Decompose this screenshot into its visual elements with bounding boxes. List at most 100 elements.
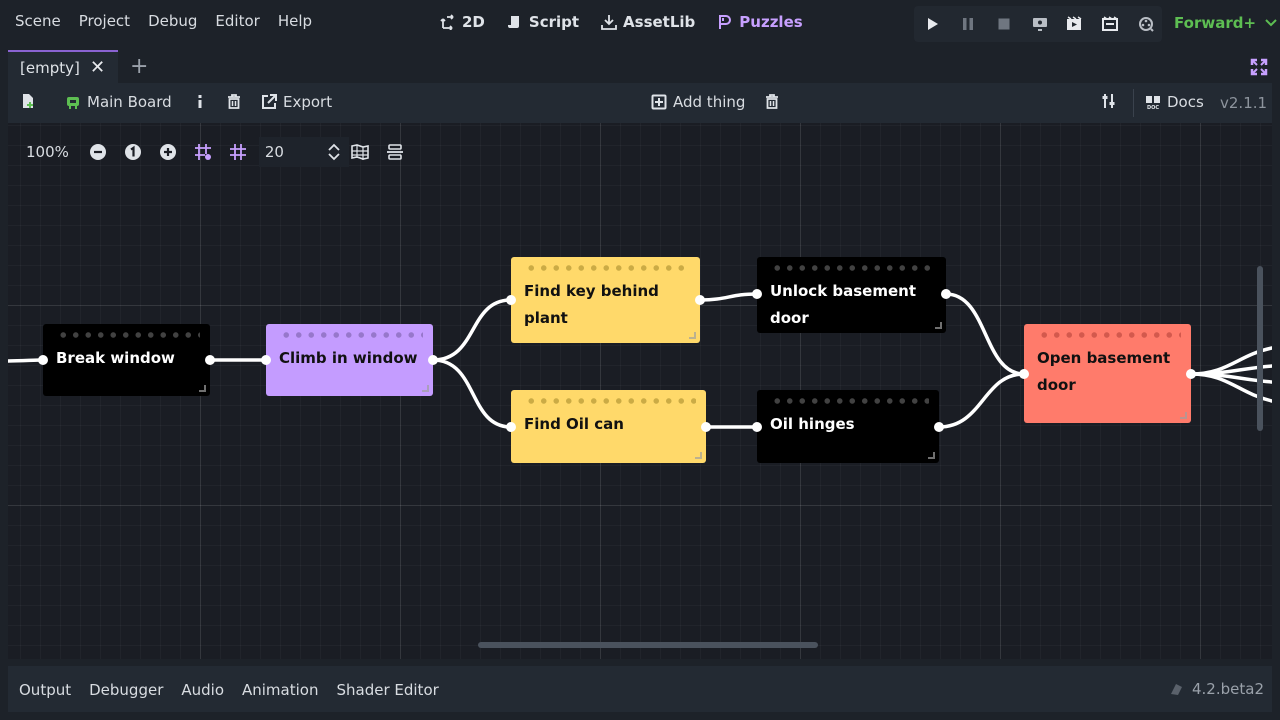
port-in-open-door[interactable] bbox=[1019, 369, 1029, 379]
export-icon bbox=[262, 94, 277, 109]
delete-thing-button[interactable] bbox=[764, 93, 780, 109]
distraction-free-icon[interactable] bbox=[1250, 58, 1268, 76]
port-out-find-oil[interactable] bbox=[701, 422, 711, 432]
resize-grip[interactable] bbox=[422, 385, 429, 392]
main-screen-switcher: 2D Script AssetLib Puzzles bbox=[440, 13, 803, 31]
docs-icon: DOC bbox=[1146, 96, 1160, 110]
resize-grip[interactable] bbox=[928, 452, 935, 459]
puzzle-graph[interactable]: 100% 20 Break window Climb in window Fin… bbox=[8, 123, 1272, 659]
tab-debugger[interactable]: Debugger bbox=[89, 681, 163, 699]
vertical-scrollbar[interactable] bbox=[1257, 266, 1263, 431]
menu-debug[interactable]: Debug bbox=[139, 12, 206, 30]
new-board-button[interactable] bbox=[20, 93, 36, 109]
node-oil-hinges[interactable]: Oil hinges bbox=[757, 390, 939, 463]
port-out-open-door[interactable] bbox=[1186, 369, 1196, 379]
scene-tab[interactable]: [empty] ✕ bbox=[8, 50, 118, 83]
main-screen-2d[interactable]: 2D bbox=[440, 13, 485, 31]
add-thing-button[interactable]: Add thing bbox=[651, 93, 745, 111]
stop-icon[interactable] bbox=[996, 16, 1012, 32]
trash-icon bbox=[228, 94, 240, 109]
tab-animation[interactable]: Animation bbox=[242, 681, 318, 699]
scene-tab-label: [empty] bbox=[20, 59, 80, 77]
main-screen-puzzles[interactable]: Puzzles bbox=[717, 13, 803, 31]
play-scene-icon[interactable] bbox=[1066, 16, 1082, 32]
docs-button[interactable]: DOC Docs bbox=[1145, 93, 1204, 111]
board-info-button[interactable] bbox=[192, 93, 208, 109]
resize-grip[interactable] bbox=[1180, 412, 1187, 419]
info-icon bbox=[198, 95, 202, 108]
port-out-oil-hinges[interactable] bbox=[934, 422, 944, 432]
node-find-oil-can[interactable]: Find Oil can bbox=[511, 390, 706, 463]
node-title: Unlock basement door bbox=[770, 282, 917, 327]
node-title: Climb in window bbox=[279, 349, 418, 367]
renderer-select[interactable]: Forward+ bbox=[1174, 14, 1277, 32]
wire-hinges-to-open bbox=[937, 372, 1026, 429]
node-drag-handle[interactable] bbox=[771, 265, 936, 271]
port-in-climb[interactable] bbox=[261, 355, 271, 365]
plugin-version: v2.1.1 bbox=[1220, 94, 1268, 112]
port-in-find-oil[interactable] bbox=[506, 422, 516, 432]
resize-grip[interactable] bbox=[695, 452, 702, 459]
node-drag-handle[interactable] bbox=[57, 332, 200, 338]
node-title: Oil hinges bbox=[770, 415, 855, 433]
port-out-find-key[interactable] bbox=[695, 295, 705, 305]
horizontal-scrollbar[interactable] bbox=[478, 642, 818, 648]
add-thing-label: Add thing bbox=[673, 93, 746, 111]
trash-icon bbox=[766, 94, 778, 109]
close-icon[interactable]: ✕ bbox=[90, 57, 105, 78]
port-in-find-key[interactable] bbox=[506, 295, 516, 305]
node-break-window[interactable]: Break window bbox=[43, 324, 210, 396]
play-custom-scene-icon[interactable] bbox=[1102, 16, 1118, 32]
docs-label: Docs bbox=[1167, 93, 1204, 111]
port-out-break-window[interactable] bbox=[205, 355, 215, 365]
node-drag-handle[interactable] bbox=[525, 265, 690, 271]
board-icon bbox=[67, 97, 79, 109]
node-drag-handle[interactable] bbox=[525, 398, 696, 404]
resize-grip[interactable] bbox=[199, 385, 206, 392]
settings-button[interactable] bbox=[1101, 93, 1117, 109]
port-out-unlock[interactable] bbox=[941, 289, 951, 299]
add-tab-icon[interactable]: + bbox=[130, 54, 148, 79]
menu-project[interactable]: Project bbox=[70, 12, 139, 30]
node-drag-handle[interactable] bbox=[280, 332, 423, 338]
menu-scene[interactable]: Scene bbox=[6, 12, 70, 30]
menu-editor[interactable]: Editor bbox=[206, 12, 268, 30]
node-unlock-basement-door[interactable]: Unlock basement door bbox=[757, 257, 946, 333]
resize-grip[interactable] bbox=[935, 322, 942, 329]
play-icon[interactable] bbox=[924, 16, 940, 32]
movie-maker-icon[interactable] bbox=[1138, 16, 1154, 32]
main-screen-assetlib[interactable]: AssetLib bbox=[601, 13, 695, 31]
port-in-oil-hinges[interactable] bbox=[752, 422, 762, 432]
port-in-unlock[interactable] bbox=[752, 289, 762, 299]
node-open-basement-door[interactable]: Open basement door bbox=[1024, 324, 1191, 423]
scene-tab-bar: [empty] ✕ + bbox=[8, 50, 1272, 84]
assetlib-icon bbox=[601, 15, 617, 30]
main-screen-script[interactable]: Script bbox=[507, 13, 579, 31]
main-menu: Scene Project Debug Editor Help bbox=[6, 12, 321, 30]
board-selector-label: Main Board bbox=[87, 93, 172, 111]
node-drag-handle[interactable] bbox=[1038, 332, 1181, 338]
script-icon bbox=[507, 16, 519, 28]
node-title: Find key behind plant bbox=[524, 282, 659, 327]
node-climb-in-window[interactable]: Climb in window bbox=[266, 324, 433, 396]
node-drag-handle[interactable] bbox=[771, 398, 929, 404]
port-in-break-window[interactable] bbox=[38, 355, 48, 365]
add-icon bbox=[651, 94, 667, 110]
tools-icon bbox=[1102, 94, 1115, 108]
board-selector[interactable]: Main Board bbox=[65, 93, 172, 111]
tab-output[interactable]: Output bbox=[19, 681, 71, 699]
top-bar: Scene Project Debug Editor Help 2D Scrip… bbox=[0, 0, 1280, 48]
port-out-climb[interactable] bbox=[428, 355, 438, 365]
delete-board-button[interactable] bbox=[226, 93, 242, 109]
update-spinner-icon bbox=[1171, 684, 1182, 695]
engine-version[interactable]: 4.2.beta2 bbox=[1168, 680, 1264, 698]
remote-debug-icon[interactable] bbox=[1032, 16, 1048, 32]
export-button[interactable]: Export bbox=[261, 93, 332, 111]
resize-grip[interactable] bbox=[689, 332, 696, 339]
engine-version-label: 4.2.beta2 bbox=[1192, 680, 1264, 698]
node-find-key[interactable]: Find key behind plant bbox=[511, 257, 700, 343]
pause-icon[interactable] bbox=[960, 16, 976, 32]
tab-shader-editor[interactable]: Shader Editor bbox=[336, 681, 438, 699]
menu-help[interactable]: Help bbox=[269, 12, 321, 30]
tab-audio[interactable]: Audio bbox=[181, 681, 224, 699]
